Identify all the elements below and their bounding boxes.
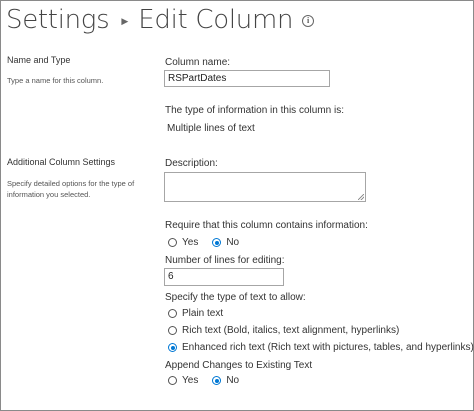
require-info-label: Require that this column contains inform… [165, 220, 368, 231]
resize-grip-icon[interactable] [358, 194, 364, 200]
plain-text-label[interactable]: Plain text [182, 308, 223, 319]
text-type-option-enhanced[interactable]: Enhanced rich text (Rich text with pictu… [168, 342, 474, 353]
section-desc-additional-settings: Specify detailed options for the type of… [7, 179, 135, 199]
text-type-label: Specify the type of text to allow: [165, 292, 306, 303]
rich-text-label[interactable]: Rich text (Bold, italics, text alignment… [182, 325, 399, 336]
require-yes-label[interactable]: Yes [182, 237, 198, 248]
breadcrumb-settings[interactable]: Settings [6, 5, 110, 35]
column-name-label: Column name: [165, 57, 231, 68]
column-name-input[interactable]: RSPartDates [164, 70, 330, 87]
section-title-additional-settings: Additional Column Settings [7, 157, 116, 167]
info-icon[interactable]: i [302, 15, 315, 27]
description-label: Description: [165, 158, 218, 169]
text-type-option-rich[interactable]: Rich text (Bold, italics, text alignment… [168, 325, 413, 336]
section-desc-name-and-type: Type a name for this column. [7, 76, 104, 85]
rich-text-radio[interactable] [168, 326, 177, 335]
require-radio-group: Yes No [168, 237, 253, 248]
append-no-radio[interactable] [212, 376, 222, 385]
plain-text-radio[interactable] [168, 309, 177, 318]
column-type-value: Multiple lines of text [167, 123, 255, 134]
text-type-option-plain[interactable]: Plain text [168, 308, 237, 319]
enhanced-rich-text-radio[interactable] [168, 343, 177, 352]
breadcrumb-separator-icon: ▶ [121, 17, 129, 27]
require-no-label[interactable]: No [226, 237, 239, 248]
require-no-radio[interactable] [212, 238, 222, 247]
page-title: Settings ▶ Edit Column i [6, 2, 315, 38]
append-yes-radio[interactable] [168, 376, 177, 385]
lines-input[interactable]: 6 [164, 268, 284, 286]
description-textarea[interactable] [164, 172, 366, 202]
require-yes-radio[interactable] [168, 238, 177, 247]
append-yes-label[interactable]: Yes [182, 375, 198, 386]
breadcrumb-edit-column: Edit Column [138, 5, 294, 35]
append-radio-group: Yes No [168, 375, 253, 386]
append-no-label[interactable]: No [226, 375, 239, 386]
lines-label: Number of lines for editing: [165, 255, 285, 266]
section-title-name-and-type: Name and Type [7, 55, 71, 65]
type-info-label: The type of information in this column i… [165, 105, 344, 116]
enhanced-rich-text-label[interactable]: Enhanced rich text (Rich text with pictu… [182, 342, 474, 353]
append-label: Append Changes to Existing Text [165, 360, 313, 371]
